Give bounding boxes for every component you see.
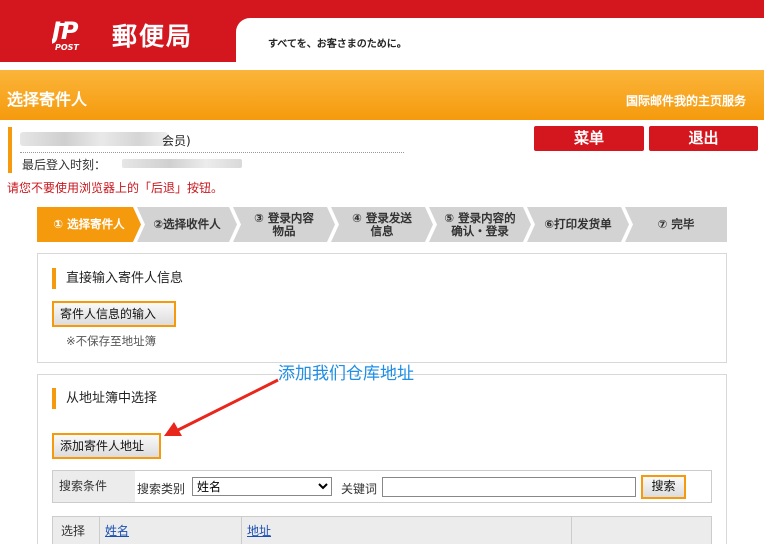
address-book-panel: 从地址簿中选择 添加寄件人地址 搜索条件 搜索类别 姓名 关键词 搜索 选择 姓… — [37, 374, 727, 544]
column-divider — [571, 517, 572, 544]
logo-sub-text: POST — [55, 43, 79, 51]
member-type: 会员) — [162, 134, 191, 148]
step-print-label: ⑥打印发货单 — [527, 207, 629, 242]
step-label: ②选择收件人 — [153, 217, 221, 231]
step-label: ① 选择寄件人 — [53, 217, 125, 231]
last-login-blurred — [122, 159, 242, 168]
annotation-text: 添加我们仓库地址 — [278, 364, 414, 384]
add-sender-address-button[interactable]: 添加寄件人地址 — [52, 433, 161, 459]
annotation-arrow-icon — [164, 378, 279, 436]
menu-button[interactable]: 菜单 — [534, 126, 644, 151]
slogan: すべてを、お客さまのために。 — [268, 39, 407, 50]
jp-post-logo-icon: JP POST — [52, 17, 79, 51]
user-name-blurred — [20, 132, 168, 146]
search-button[interactable]: 搜索 — [641, 475, 686, 499]
step-select-sender: ① 选择寄件人 — [37, 207, 141, 242]
column-name-sort-link[interactable]: 姓名 — [105, 517, 129, 544]
step-confirm: ⑤ 登录内容的 确认・登录 — [429, 207, 531, 242]
step-label: ⑦ 完毕 — [657, 217, 695, 231]
column-divider — [241, 517, 242, 544]
step-register-items: ③ 登录内容 物品 — [233, 207, 335, 242]
svg-text:JP: JP — [52, 17, 79, 45]
back-button-warning: 请您不要使用浏览器上的「后退」按钮。 — [7, 181, 224, 195]
page-title: 选择寄件人 — [7, 90, 88, 109]
column-address-sort-link[interactable]: 地址 — [247, 517, 271, 544]
section-title: 直接输入寄件人信息 — [52, 268, 183, 289]
step-register-shipping: ④ 登录发送 信息 — [331, 207, 433, 242]
column-select: 选择 — [61, 524, 86, 538]
step-label: ⑥打印发货单 — [544, 217, 612, 231]
divider — [20, 152, 404, 153]
logout-button[interactable]: 退出 — [649, 126, 758, 151]
step-label: ⑤ 登录内容的 确认・登录 — [444, 210, 516, 238]
column-divider — [99, 517, 100, 544]
mypage-link[interactable]: 国际邮件我的主页服务 — [626, 92, 746, 109]
keyword-input[interactable] — [382, 477, 636, 497]
section-title: 从地址簿中选择 — [52, 388, 157, 409]
top-header: JP POST 郵便局 すべてを、お客さまのために。 — [0, 0, 764, 66]
progress-steps: ① 选择寄件人 ②选择收件人 ③ 登录内容 物品 ④ 登录发送 信息 ⑤ 登录内… — [37, 207, 727, 242]
step-complete: ⑦ 完毕 — [625, 207, 727, 242]
user-info: 会员) 最后登入时刻： — [8, 127, 404, 173]
title-bar: 选择寄件人 国际邮件我的主页服务 — [0, 70, 764, 120]
sender-info-input-button[interactable]: 寄件人信息的输入 — [52, 301, 176, 327]
search-type-label: 搜索类别 — [137, 482, 186, 496]
keyword-label: 关键词 — [341, 482, 378, 496]
step-select-recipient: ②选择收件人 — [137, 207, 237, 242]
step-label: ③ 登录内容 物品 — [254, 210, 314, 238]
not-saved-note: ※不保存至地址簿 — [66, 334, 157, 348]
last-login-label: 最后登入时刻： — [22, 158, 107, 172]
search-type-select[interactable]: 姓名 — [192, 477, 332, 496]
results-table-header: 选择 姓名 地址 — [52, 516, 712, 544]
direct-input-panel: 直接输入寄件人信息 寄件人信息的输入 ※不保存至地址簿 — [37, 253, 727, 363]
logo-text: 郵便局 — [112, 22, 194, 51]
step-label: ④ 登录发送 信息 — [352, 210, 412, 238]
search-head: 搜索条件 — [53, 471, 135, 502]
search-conditions: 搜索条件 搜索类别 姓名 关键词 搜索 — [52, 470, 712, 503]
